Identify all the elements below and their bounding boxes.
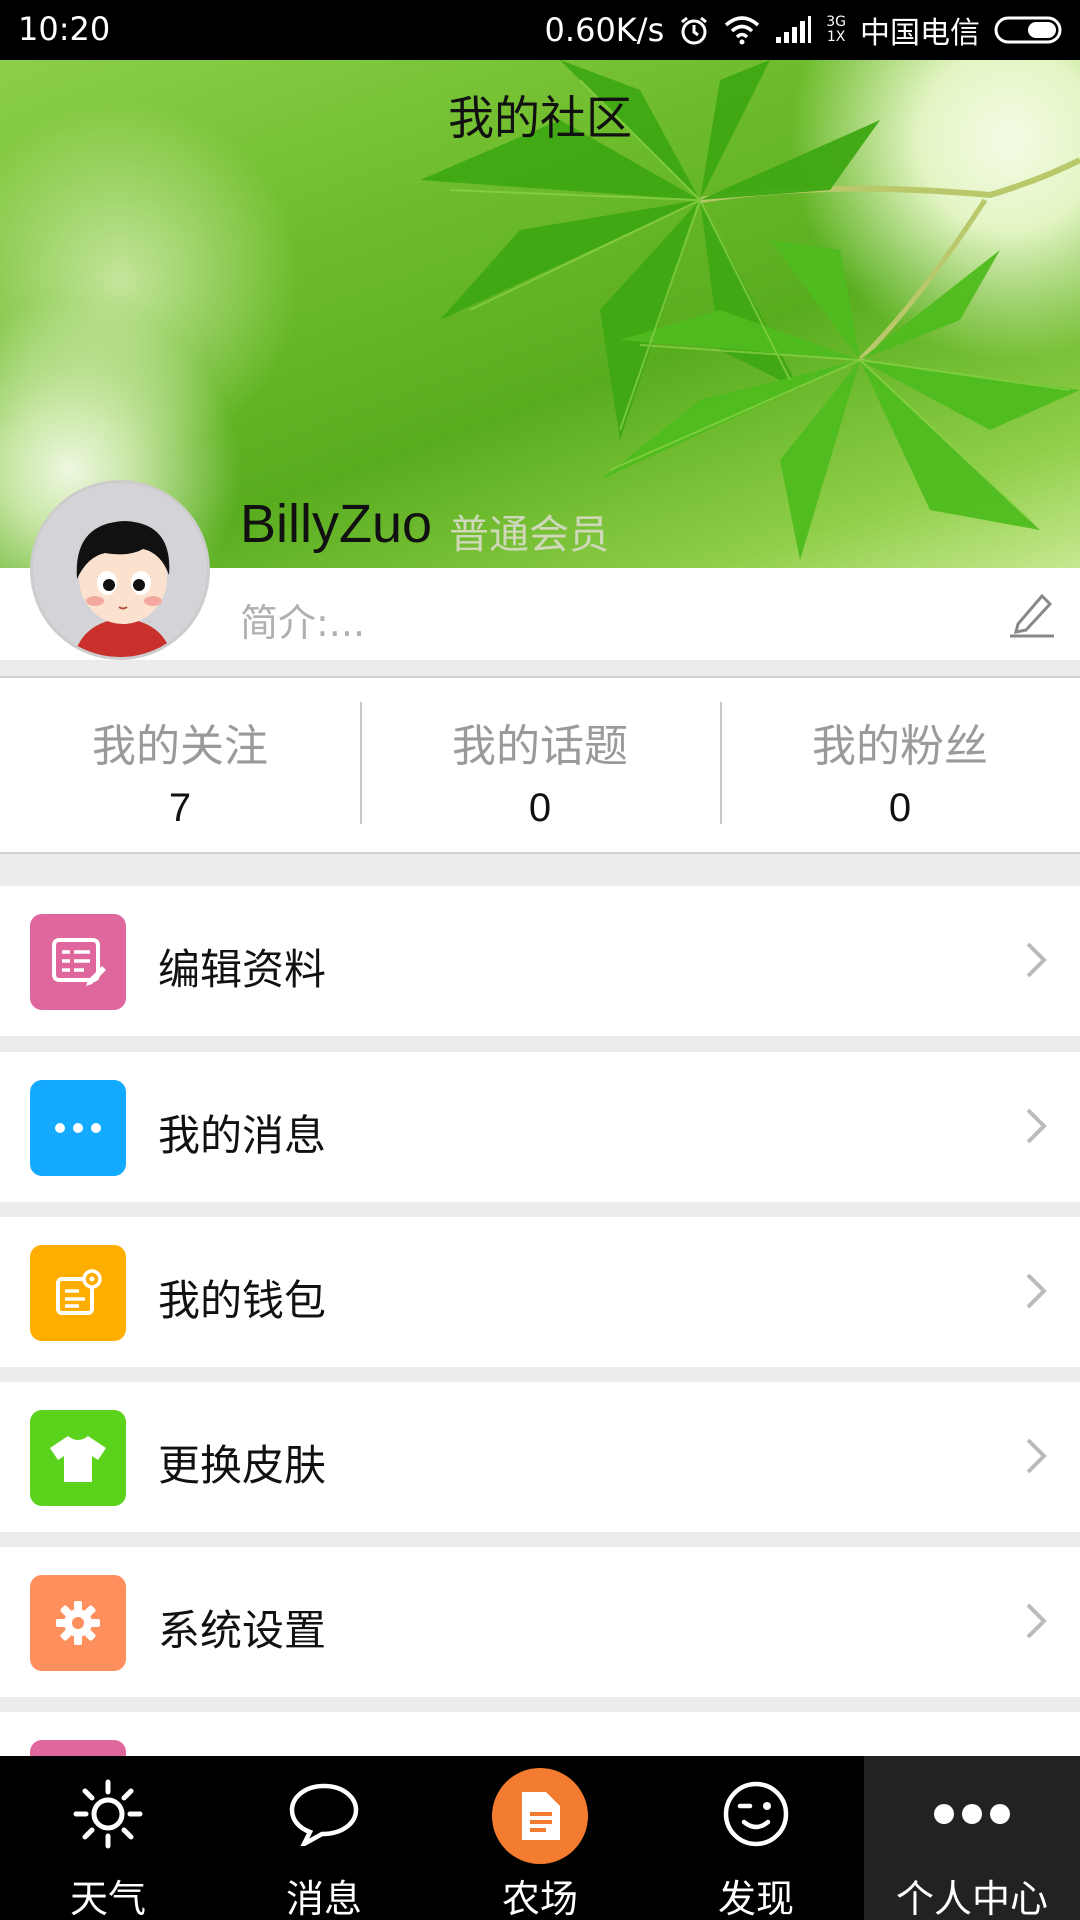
avatar[interactable] — [30, 480, 210, 660]
stat-topics[interactable]: 我的话题 0 — [360, 678, 720, 852]
chevron-right-icon — [1026, 1603, 1047, 1639]
tab-label: 个人中心 — [895, 1877, 1048, 1920]
signal-icon — [774, 15, 812, 45]
stat-value: 7 — [168, 786, 192, 830]
username: BillyZuo — [240, 494, 433, 554]
menu-item-system-settings[interactable]: 系统设置 — [0, 1547, 1080, 1697]
sun-icon — [68, 1774, 148, 1854]
chevron-right-icon — [1026, 942, 1047, 978]
profile-bio: 简介:... — [240, 601, 366, 645]
network-type: 3G 1X — [826, 14, 846, 45]
bottom-tab-bar: 天气 消息 农场 发现 个人中心 — [0, 1756, 1080, 1920]
stat-value: 0 — [888, 786, 912, 830]
tab-label: 天气 — [69, 1877, 146, 1920]
tab-discover[interactable]: 发现 — [648, 1756, 864, 1920]
menu-item-change-skin[interactable]: 更换皮肤 — [0, 1382, 1080, 1532]
menu-label: 编辑资料 — [158, 945, 327, 994]
tshirt-icon — [30, 1410, 126, 1506]
tab-label: 发现 — [717, 1877, 794, 1920]
message-dots-icon — [30, 1080, 126, 1176]
member-level-badge: 普通会员 — [449, 512, 609, 558]
chat-bubble-icon — [284, 1774, 364, 1854]
wink-face-icon — [716, 1774, 796, 1854]
tab-weather[interactable]: 天气 — [0, 1756, 216, 1920]
stats-row: 我的关注 7 我的话题 0 我的粉丝 0 — [0, 676, 1080, 854]
tab-messages[interactable]: 消息 — [216, 1756, 432, 1920]
menu-label: 我的钱包 — [158, 1276, 327, 1325]
wifi-icon — [724, 15, 760, 45]
status-time: 10:20 — [18, 10, 111, 48]
stat-value: 0 — [528, 786, 552, 830]
chevron-right-icon — [1026, 1273, 1047, 1309]
stat-label: 我的话题 — [452, 721, 628, 772]
gear-icon — [30, 1575, 126, 1671]
tab-farm[interactable]: 农场 — [432, 1756, 648, 1920]
page-title: 我的社区 — [448, 91, 632, 145]
stat-followers[interactable]: 我的粉丝 0 — [720, 678, 1080, 852]
carrier-name: 中国电信 — [860, 16, 980, 51]
stat-label: 我的关注 — [92, 721, 268, 772]
stat-label: 我的粉丝 — [812, 721, 988, 772]
alarm-icon — [678, 14, 710, 46]
edit-pencil-icon[interactable] — [1004, 584, 1060, 640]
chevron-right-icon — [1026, 1438, 1047, 1474]
status-bar: 10:20 0.60K/s 3G 1X 中国电信 — [0, 0, 1080, 60]
tab-label: 消息 — [285, 1877, 362, 1920]
document-icon — [492, 1768, 588, 1864]
more-dots-icon — [932, 1774, 1012, 1854]
chevron-right-icon — [1026, 1108, 1047, 1144]
stat-following[interactable]: 我的关注 7 — [0, 678, 360, 852]
menu-item-edit-profile[interactable]: 编辑资料 — [0, 886, 1080, 1036]
edit-profile-icon — [30, 914, 126, 1010]
menu-item-my-messages[interactable]: 我的消息 — [0, 1052, 1080, 1202]
wallet-icon — [30, 1245, 126, 1341]
battery-icon — [994, 15, 1066, 45]
menu-label: 我的消息 — [158, 1111, 327, 1160]
tab-label: 农场 — [501, 1877, 578, 1920]
tab-personal-center[interactable]: 个人中心 — [864, 1756, 1080, 1920]
network-speed: 0.60K/s — [544, 11, 665, 49]
menu-label: 系统设置 — [158, 1606, 327, 1655]
menu-label: 更换皮肤 — [158, 1441, 327, 1490]
menu-item-my-wallet[interactable]: 我的钱包 — [0, 1217, 1080, 1367]
